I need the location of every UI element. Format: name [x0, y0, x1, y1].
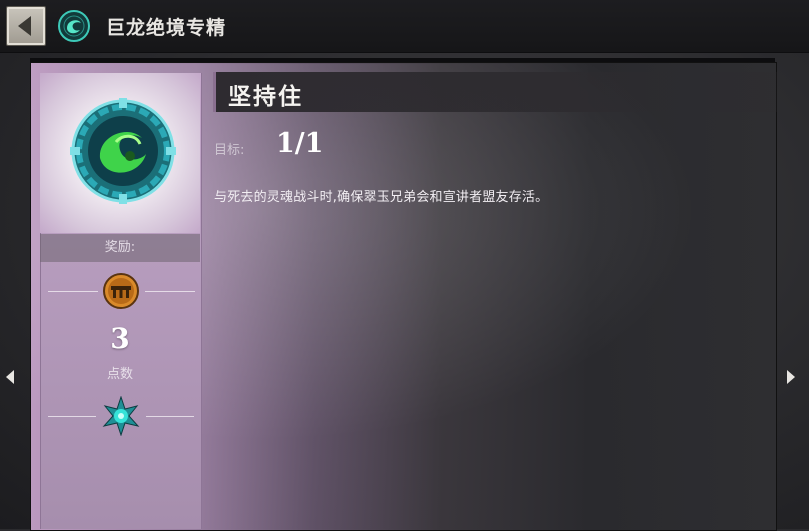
title-bar: 巨龙绝境专精 [0, 0, 809, 53]
mastery-point-icon [103, 273, 139, 309]
divider-left-lower [48, 416, 96, 417]
spiked-star-icon [102, 396, 140, 436]
objective-progress: 1/1 [276, 128, 324, 159]
divider-left [48, 291, 98, 292]
reward-label: 奖励: [40, 234, 200, 262]
chevron-right-icon [787, 370, 795, 384]
window-title: 巨龙绝境专精 [106, 17, 227, 39]
achievement-description: 与死去的灵魂战斗时,确保翠玉兄弟会和宣讲者盟友存活。 [214, 190, 549, 205]
previous-button[interactable] [2, 362, 18, 392]
back-arrow-icon [18, 16, 31, 36]
points-label: 点数 [106, 367, 133, 382]
achievement-title: 坚持住 [228, 84, 303, 110]
divider-right-lower [146, 416, 194, 417]
mastery-emblem-icon [58, 10, 90, 42]
next-button[interactable] [783, 362, 799, 392]
jade-dragon-badge-icon [70, 98, 176, 204]
chevron-left-icon [6, 370, 14, 384]
divider-right [145, 291, 195, 292]
objective-label: 目标: [214, 143, 245, 158]
points-value: 3 [110, 322, 130, 355]
back-button[interactable] [6, 6, 46, 46]
